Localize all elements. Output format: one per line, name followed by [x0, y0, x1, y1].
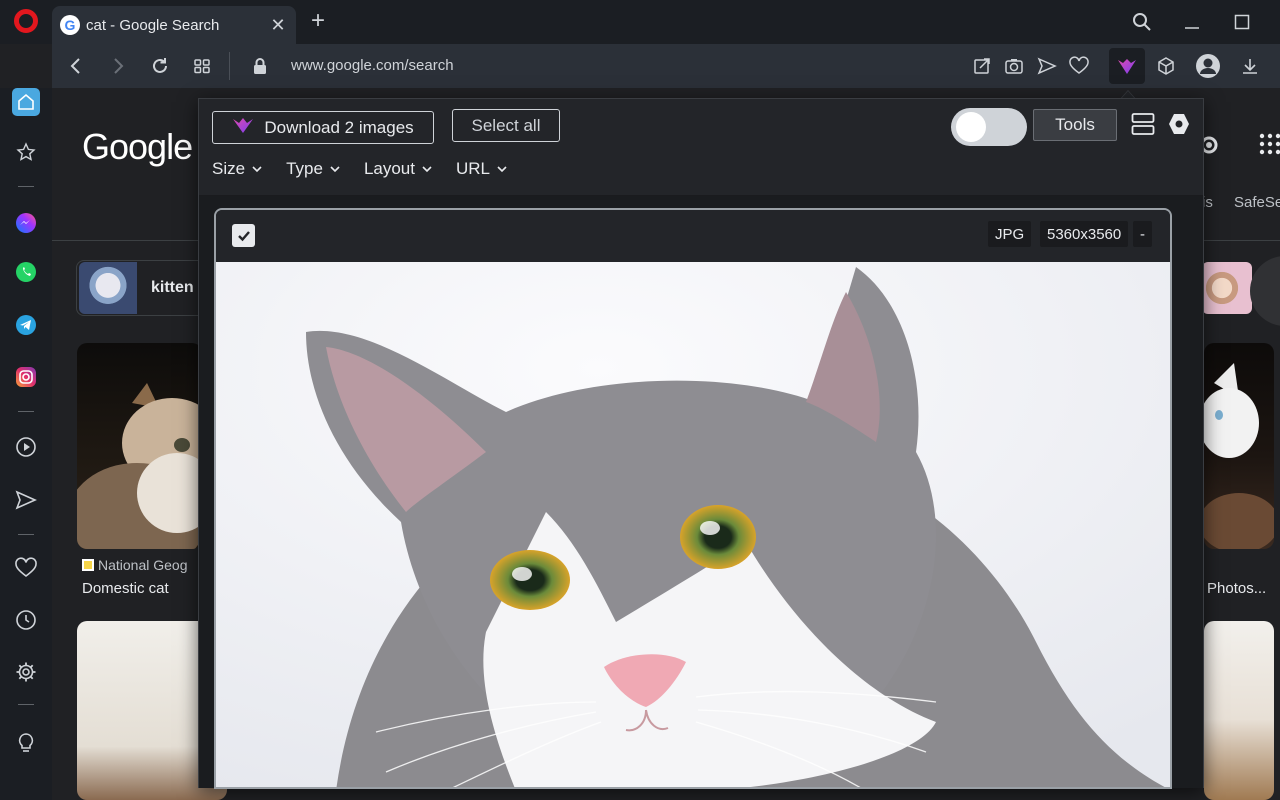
- url-filter-label: URL: [455, 159, 490, 178]
- size-filter-label: Size: [212, 159, 246, 178]
- maximize-icon[interactable]: [1228, 8, 1256, 36]
- star-icon[interactable]: [14, 140, 38, 164]
- sidebar-divider: [18, 411, 34, 412]
- popup-settings-icon[interactable]: [1167, 112, 1191, 136]
- tools-button[interactable]: Tools: [1033, 109, 1117, 141]
- send-icon[interactable]: [1035, 54, 1059, 78]
- home-icon[interactable]: [12, 88, 40, 116]
- history-icon[interactable]: [14, 608, 38, 632]
- url-filter-dropdown[interactable]: URL: [456, 159, 508, 179]
- type-filter-label: Type: [286, 159, 323, 178]
- whatsapp-icon[interactable]: [14, 260, 38, 284]
- instagram-icon[interactable]: [14, 365, 38, 389]
- scroll-right-button[interactable]: [1250, 256, 1280, 326]
- type-filter-dropdown[interactable]: Type: [286, 159, 341, 179]
- tab-google-search[interactable]: G cat - Google Search ✕: [52, 6, 296, 44]
- result-source[interactable]: National Geog: [82, 557, 188, 573]
- messenger-icon[interactable]: [14, 211, 38, 235]
- chip-label: kitten: [151, 279, 194, 296]
- snapshot-icon[interactable]: [1002, 54, 1026, 78]
- image-format-tag: JPG: [988, 221, 1032, 247]
- checkmark-icon: [237, 230, 250, 241]
- download-icon[interactable]: [1238, 54, 1262, 78]
- telegram-icon[interactable]: [14, 313, 38, 337]
- toggle-switch[interactable]: [951, 108, 1027, 146]
- cube-extension-icon[interactable]: [1154, 54, 1178, 78]
- filter-bar: Size Type Layout URL: [212, 159, 508, 179]
- send-icon[interactable]: [14, 488, 38, 512]
- cat-image-preview[interactable]: [216, 262, 1170, 787]
- natgeo-icon: [82, 559, 94, 571]
- url-text[interactable]: www.google.com/search: [291, 57, 454, 74]
- image-card-header: JPG 5360x3560 -: [216, 210, 1170, 262]
- size-filter-dropdown[interactable]: Size: [212, 159, 263, 179]
- tab-title: cat - Google Search: [86, 16, 220, 34]
- bulb-icon[interactable]: [14, 731, 38, 755]
- opera-logo-icon[interactable]: [14, 9, 38, 33]
- chevron-down-icon: [422, 166, 432, 173]
- result-image[interactable]: [1204, 621, 1274, 800]
- layout-filter-label: Layout: [363, 159, 415, 178]
- result-caption[interactable]: Domestic cat: [82, 580, 169, 597]
- chevron-down-icon: [252, 166, 262, 173]
- heart-icon[interactable]: [14, 556, 38, 580]
- chevron-down-icon: [497, 166, 507, 173]
- image-select-checkbox[interactable]: [232, 224, 255, 247]
- forward-icon[interactable]: [106, 54, 130, 78]
- toggle-knob: [956, 112, 986, 142]
- chip-thumbnail: [79, 262, 137, 314]
- layout-toggle-icon[interactable]: [1131, 112, 1155, 136]
- extension-logo-icon: [232, 116, 254, 139]
- result-image[interactable]: [77, 343, 202, 549]
- tab-grid-icon[interactable]: [190, 54, 214, 78]
- image-size-tag: -: [1133, 221, 1152, 247]
- profile-avatar-icon[interactable]: [1195, 53, 1221, 79]
- tab-close-icon[interactable]: ✕: [268, 15, 288, 36]
- reload-icon[interactable]: [148, 54, 172, 78]
- player-icon[interactable]: [14, 435, 38, 459]
- image-downloader-extension-button[interactable]: [1109, 48, 1145, 84]
- result-caption-right[interactable]: Photos...: [1207, 580, 1266, 597]
- image-dimensions-tag: 5360x3560: [1040, 221, 1129, 247]
- chevron-down-icon: [330, 166, 340, 173]
- address-divider: [229, 52, 230, 80]
- new-tab-button[interactable]: +: [306, 9, 330, 34]
- image-card[interactable]: JPG 5360x3560 -: [214, 208, 1172, 789]
- image-downloader-popup: Download 2 images Select all Tools Size …: [198, 98, 1204, 789]
- chip-thumbnail-right[interactable]: [1202, 262, 1252, 314]
- search-tabs-icon[interactable]: [1128, 8, 1156, 36]
- tab-strip: G cat - Google Search ✕ +: [0, 0, 1280, 44]
- browser-window: G cat - Google Search ✕ + www.google.com…: [0, 0, 1280, 800]
- select-all-button[interactable]: Select all: [452, 109, 560, 142]
- download-images-button[interactable]: Download 2 images: [212, 111, 434, 144]
- google-logo[interactable]: Google: [82, 126, 193, 168]
- lock-icon[interactable]: [250, 56, 270, 76]
- sidebar-divider: [18, 704, 34, 705]
- sidebar-divider: [18, 534, 34, 535]
- result-image-right[interactable]: [1204, 343, 1274, 549]
- sidebar-divider: [18, 186, 34, 187]
- google-favicon-icon: G: [60, 15, 80, 35]
- heart-icon[interactable]: [1067, 54, 1091, 78]
- address-bar: www.google.com/search: [52, 44, 1280, 88]
- safesearch-link[interactable]: SafeSe: [1234, 194, 1280, 211]
- share-icon[interactable]: [970, 54, 994, 78]
- result-source-label: National Geog: [98, 557, 188, 573]
- minimize-icon[interactable]: [1178, 8, 1206, 36]
- google-apps-icon[interactable]: [1258, 132, 1280, 156]
- settings-icon[interactable]: [14, 660, 38, 684]
- opera-sidebar: [0, 88, 52, 800]
- download-images-label: Download 2 images: [264, 117, 414, 137]
- back-icon[interactable]: [64, 54, 88, 78]
- layout-filter-dropdown[interactable]: Layout: [364, 159, 433, 179]
